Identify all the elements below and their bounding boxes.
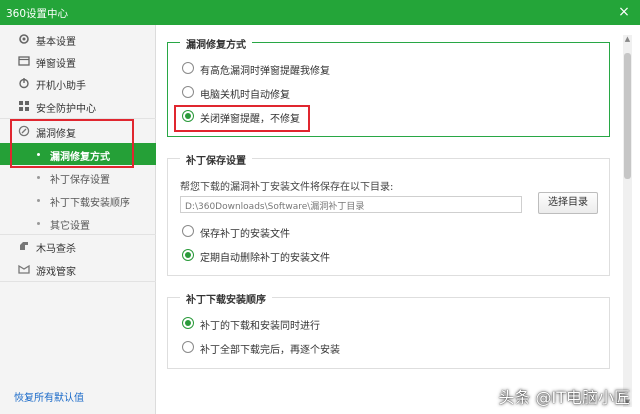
radio-label: 电脑关机时自动修复	[200, 90, 290, 101]
radio-label: 保存补丁的安装文件	[200, 229, 290, 240]
watermark: 头条 @IT电脑小匠	[498, 388, 630, 407]
sidebar-item-label: 安全防护中心	[36, 104, 96, 115]
radio-option-install-after-download[interactable]: 补丁全部下载完后，再逐个安装	[182, 340, 402, 356]
popup-icon	[18, 56, 30, 66]
sidebar-item-label: 木马查杀	[36, 244, 76, 255]
sidebar-subitem-download-order[interactable]: 补丁下载安装顺序	[0, 189, 156, 211]
radio-option-auto-repair-shutdown[interactable]: 电脑关机时自动修复	[182, 85, 382, 101]
radio-button-checked[interactable]	[182, 249, 194, 261]
radio-button[interactable]	[182, 341, 194, 353]
bullet-icon	[37, 176, 40, 179]
section-patch-save: 补丁保存设置 帮您下载的漏洞补丁安装文件将保存在以下目录: D:\360Down…	[167, 152, 610, 276]
section-title: 漏洞修复方式	[180, 36, 252, 51]
radio-label: 补丁的下载和安装同时进行	[200, 321, 320, 332]
radio-button-checked[interactable]	[182, 317, 194, 329]
annotation-box	[10, 119, 134, 168]
sidebar-subitem-label: 补丁保存设置	[50, 175, 110, 186]
settings-panel: 漏洞修复方式 有高危漏洞时弹窗提醒我修复 电脑关机时自动修复 关闭弹窗提醒，不修…	[157, 25, 640, 414]
patch-path-description: 帮您下载的漏洞补丁安装文件将保存在以下目录:	[180, 182, 394, 193]
sidebar-item-basic-settings[interactable]: 基本设置	[0, 28, 156, 50]
game-icon	[18, 264, 30, 274]
sidebar-subitem-other-settings[interactable]: 其它设置	[0, 212, 156, 234]
restore-defaults-link[interactable]: 恢复所有默认值	[14, 389, 84, 404]
sidebar-item-boot-assistant[interactable]: 开机小助手	[0, 72, 156, 94]
trojan-icon	[20, 242, 28, 250]
section-title: 补丁下载安装顺序	[180, 291, 272, 306]
sidebar-item-label: 弹窗设置	[36, 59, 76, 70]
gear-icon	[19, 34, 29, 44]
scrollbar-thumb[interactable]	[624, 53, 631, 179]
sidebar-item-security-center[interactable]: 安全防护中心	[0, 95, 156, 117]
radio-button[interactable]	[182, 225, 194, 237]
sidebar: 基本设置 弹窗设置 开机小助手 安全防护中心 漏洞修复 漏洞修复方式 补丁保存设…	[0, 25, 156, 414]
annotation-box	[174, 105, 310, 132]
radio-label: 补丁全部下载完后，再逐个安装	[200, 345, 340, 356]
sidebar-item-trojan-scan[interactable]: 木马查杀	[0, 235, 156, 257]
sidebar-subitem-label: 补丁下载安装顺序	[50, 198, 130, 209]
browse-folder-button[interactable]: 选择目录	[538, 192, 598, 214]
section-download-order: 补丁下载安装顺序 补丁的下载和安装同时进行 补丁全部下载完后，再逐个安装	[167, 291, 610, 369]
bullet-icon	[37, 199, 40, 202]
scroll-up-arrow-icon[interactable]: ▲	[623, 35, 632, 44]
radio-label: 有高危漏洞时弹窗提醒我修复	[200, 66, 330, 77]
assistant-icon	[19, 78, 29, 89]
bullet-icon	[37, 222, 40, 225]
radio-option-auto-delete-files[interactable]: 定期自动删除补丁的安装文件	[182, 248, 382, 264]
radio-option-download-install-simultaneous[interactable]: 补丁的下载和安装同时进行	[182, 316, 382, 332]
radio-label: 定期自动删除补丁的安装文件	[200, 253, 330, 264]
sidebar-subitem-patch-save[interactable]: 补丁保存设置	[0, 166, 156, 188]
window-title: 360设置中心	[6, 8, 69, 20]
radio-option-popup-remind[interactable]: 有高危漏洞时弹窗提醒我修复	[182, 61, 382, 77]
sidebar-subitem-label: 其它设置	[50, 221, 90, 232]
title-bar: 360设置中心 ×	[0, 0, 640, 25]
sidebar-item-game-manager[interactable]: 游戏管家	[0, 258, 156, 280]
sidebar-item-label: 基本设置	[36, 37, 76, 48]
radio-button[interactable]	[182, 62, 194, 74]
shield-grid-icon	[19, 101, 29, 111]
patch-path-field[interactable]: D:\360Downloads\Software\漏洞补丁目录	[180, 196, 522, 213]
radio-button[interactable]	[182, 86, 194, 98]
sidebar-divider	[0, 281, 156, 282]
section-title: 补丁保存设置	[180, 152, 252, 167]
sidebar-item-label: 游戏管家	[36, 267, 76, 278]
sidebar-item-popup-settings[interactable]: 弹窗设置	[0, 50, 156, 72]
sidebar-item-label: 开机小助手	[36, 81, 86, 92]
close-button[interactable]: ×	[614, 2, 634, 22]
radio-option-keep-files[interactable]: 保存补丁的安装文件	[182, 224, 382, 240]
